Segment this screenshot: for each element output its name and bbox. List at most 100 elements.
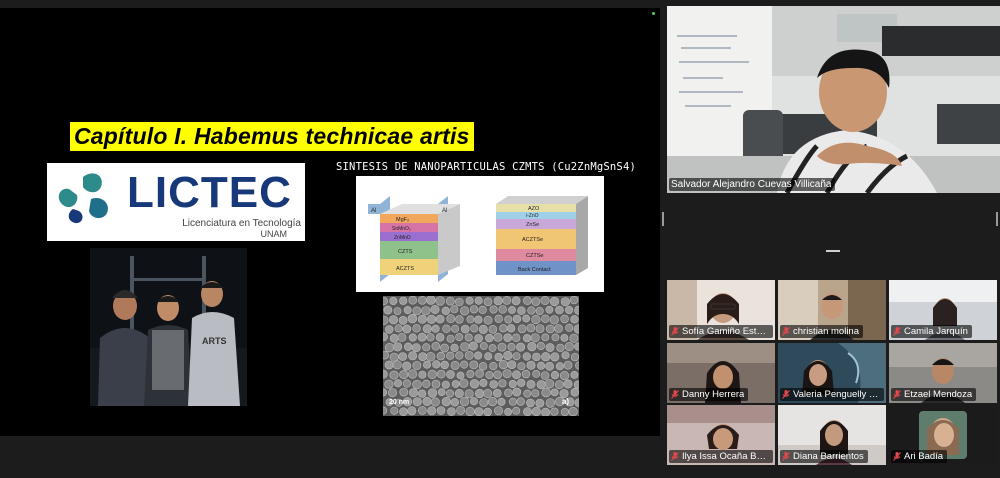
participant-tile[interactable]: Danny Herrera xyxy=(667,343,775,403)
contact-right-label: Al xyxy=(442,208,447,214)
nanoparticle xyxy=(469,379,480,389)
nanoparticle xyxy=(422,343,431,352)
nanoparticle xyxy=(526,380,536,389)
nanoparticle xyxy=(436,406,446,415)
nanoparticle xyxy=(493,296,503,306)
participant-tile[interactable]: Ari Badía xyxy=(889,405,997,465)
mic-muted-icon xyxy=(782,452,790,461)
participant-name-tag: christian molina xyxy=(780,325,863,338)
nanoparticle xyxy=(436,369,446,379)
nanoparticle xyxy=(417,296,427,305)
nanoparticle xyxy=(425,352,436,362)
nanoparticle xyxy=(569,333,579,343)
nanoparticle xyxy=(451,324,460,333)
nanoparticle xyxy=(450,398,460,407)
nanoparticle xyxy=(537,361,546,370)
participant-name-tag: Ari Badía xyxy=(891,450,948,463)
nanoparticle xyxy=(427,406,437,416)
shared-screen: Capítulo I. Habemus technicae artis LICT… xyxy=(0,8,660,436)
participant-tile[interactable]: Ilya Issa Ocaña Benitez xyxy=(667,405,775,465)
mic-muted-icon xyxy=(671,452,679,461)
speaker-video[interactable]: Salvador Alejandro Cuevas Villicaña xyxy=(667,6,1000,193)
nanoparticle xyxy=(430,305,440,314)
participant-tile[interactable]: Etzael Mendoza xyxy=(889,343,997,403)
layer-label: SnMnO₂ xyxy=(392,226,411,232)
nanoparticle xyxy=(445,389,454,398)
nanoparticle xyxy=(394,324,403,333)
layer-label: ACZTS xyxy=(396,266,414,272)
nanoparticle xyxy=(541,314,550,323)
nanoparticle xyxy=(393,307,402,315)
speaker-video-image xyxy=(667,6,1000,193)
nanoparticle xyxy=(402,361,412,371)
nanoparticle xyxy=(554,324,563,333)
nanoparticle xyxy=(549,315,559,325)
nanoparticle xyxy=(455,315,464,324)
panel-resize-handle[interactable] xyxy=(826,250,840,252)
nanoparticle xyxy=(540,371,550,380)
nanoparticle xyxy=(550,407,559,416)
nanoparticle xyxy=(417,406,427,415)
nanoparticle xyxy=(456,405,466,415)
participant-tile[interactable]: christian molina xyxy=(778,280,886,340)
participant-tile[interactable]: Diana Barrientos xyxy=(778,405,886,465)
gallery-next-handle[interactable] xyxy=(996,212,998,226)
nanoparticle xyxy=(560,297,570,307)
nanoparticle xyxy=(389,370,399,380)
layer-label: AZO xyxy=(528,206,540,212)
nanoparticle xyxy=(549,296,560,307)
nanoparticle xyxy=(478,305,487,314)
participant-name: Valeria Penguelly Zun... xyxy=(793,389,880,400)
nanoparticle xyxy=(522,352,531,361)
nanoparticle xyxy=(466,315,475,324)
contact-left-label: Al xyxy=(371,208,376,214)
nanoparticle xyxy=(431,379,441,389)
nanoparticle xyxy=(521,369,531,379)
nanoparticle xyxy=(394,379,403,388)
nanoparticle xyxy=(497,342,507,352)
nanoparticle xyxy=(384,342,395,353)
nanoparticle xyxy=(411,343,421,352)
nanoparticle xyxy=(545,343,555,352)
nanoparticle xyxy=(474,334,483,343)
nanoparticle xyxy=(504,388,513,398)
nanoparticle xyxy=(483,315,493,325)
solar-cell-diagram: Al Al MgF₂ SnMnO₂ ZnMnO CZTS ACZTS AZO i… xyxy=(356,176,604,292)
nanoparticle xyxy=(412,306,422,316)
nanoparticle xyxy=(412,361,422,370)
nanoparticle xyxy=(427,388,438,398)
gallery-prev-handle[interactable] xyxy=(662,212,664,226)
nanoparticle xyxy=(446,351,455,360)
participant-name: Ari Badía xyxy=(904,451,944,462)
nanoparticle xyxy=(564,342,574,352)
nanoparticle xyxy=(550,370,560,380)
nanoparticle xyxy=(503,333,512,343)
nanoparticle xyxy=(431,341,441,351)
participant-name-tag: Valeria Penguelly Zun... xyxy=(780,388,884,401)
mic-muted-icon xyxy=(893,327,901,336)
participant-tile[interactable]: Camila Jarquín xyxy=(889,280,997,340)
nanoparticle xyxy=(541,352,551,362)
nanoparticle xyxy=(460,360,469,369)
nanoparticle xyxy=(488,344,497,352)
nanoparticle xyxy=(383,351,390,360)
nanoparticle xyxy=(551,333,560,342)
nanoparticle xyxy=(455,297,464,307)
participant-tile[interactable]: Sofía Gamiño Estrada xyxy=(667,280,775,340)
participant-name: Danny Herrera xyxy=(682,389,745,400)
nanoparticle xyxy=(488,324,498,334)
nanoparticle xyxy=(568,407,578,416)
nanoparticle xyxy=(446,334,455,343)
nanoparticle xyxy=(435,296,445,306)
participant-tile[interactable]: Valeria Penguelly Zun... xyxy=(778,343,886,403)
participant-name-tag: Ilya Issa Ocaña Benitez xyxy=(669,450,773,463)
nanoparticle xyxy=(464,389,474,399)
nanoparticle xyxy=(450,360,460,370)
nanoparticle xyxy=(383,297,388,306)
nanoparticle xyxy=(426,314,437,324)
participant-name: Diana Barrientos xyxy=(793,451,864,462)
nanoparticle xyxy=(468,341,478,351)
nanoparticle xyxy=(399,370,409,380)
nanoparticle xyxy=(451,380,460,388)
nanoparticle xyxy=(570,315,579,324)
